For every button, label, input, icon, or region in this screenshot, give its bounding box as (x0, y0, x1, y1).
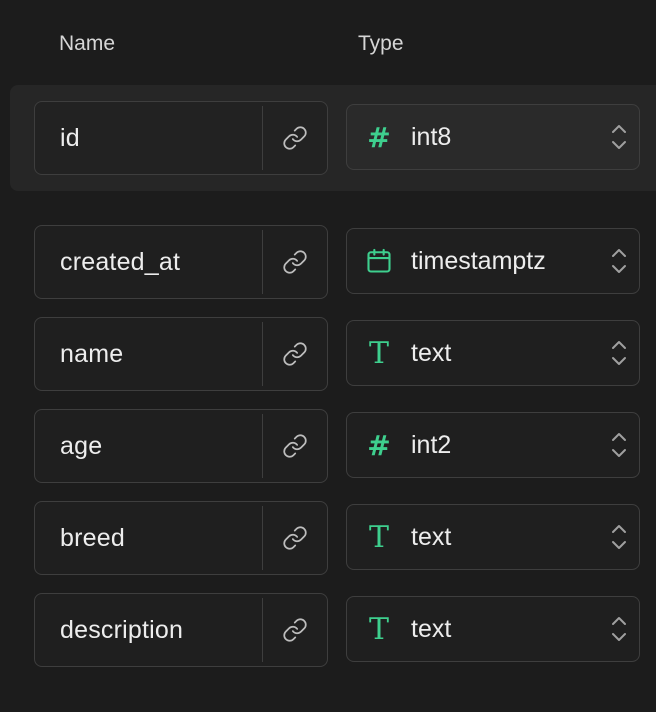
chevron-up-down-icon (612, 125, 626, 149)
column-type-value: text (411, 614, 452, 643)
column-name-field[interactable]: created_at (34, 225, 328, 299)
column-type-value: text (411, 522, 452, 551)
column-name-value[interactable]: id (35, 124, 262, 153)
column-row-description: description T text (0, 593, 656, 669)
table-columns-editor: Name Type id # int8 created_at timestamp… (0, 0, 656, 712)
foreign-key-link-button[interactable] (263, 101, 327, 175)
column-header-type: Type (358, 32, 404, 55)
hash-icon: # (367, 428, 391, 462)
column-type-value: text (411, 338, 452, 367)
column-name-value[interactable]: description (35, 616, 262, 645)
column-type-select[interactable]: T text (346, 504, 640, 570)
column-row-created-at: created_at timestamptz (0, 225, 656, 301)
text-type-icon: T (368, 519, 389, 555)
column-name-value[interactable]: breed (35, 524, 262, 553)
chevron-up-down-icon (612, 341, 626, 365)
column-type-select[interactable]: # int2 (346, 412, 640, 478)
link-icon (283, 618, 307, 642)
chevron-up-down-icon (612, 249, 626, 273)
column-row-name: name T text (0, 317, 656, 393)
column-type-select[interactable]: T text (346, 320, 640, 386)
column-type-select[interactable]: timestamptz (346, 228, 640, 294)
chevron-up-down-icon (612, 433, 626, 457)
foreign-key-link-button[interactable] (263, 593, 327, 667)
link-icon (283, 434, 307, 458)
link-icon (283, 126, 307, 150)
column-type-select[interactable]: # int8 (346, 104, 640, 170)
column-name-field[interactable]: id (34, 101, 328, 175)
column-name-field[interactable]: description (34, 593, 328, 667)
link-icon (283, 526, 307, 550)
column-name-field[interactable]: name (34, 317, 328, 391)
column-type-value: timestamptz (411, 246, 546, 275)
column-name-value[interactable]: name (35, 340, 262, 369)
foreign-key-link-button[interactable] (263, 225, 327, 299)
link-icon (283, 342, 307, 366)
foreign-key-link-button[interactable] (263, 317, 327, 391)
calendar-icon (367, 248, 391, 273)
hash-icon: # (367, 120, 391, 154)
column-name-field[interactable]: breed (34, 501, 328, 575)
column-name-value[interactable]: created_at (35, 248, 262, 277)
column-type-select[interactable]: T text (346, 596, 640, 662)
column-name-field[interactable]: age (34, 409, 328, 483)
column-name-value[interactable]: age (35, 432, 262, 461)
chevron-up-down-icon (612, 525, 626, 549)
chevron-up-down-icon (612, 617, 626, 641)
column-type-value: int2 (411, 430, 452, 459)
link-icon (283, 250, 307, 274)
foreign-key-link-button[interactable] (263, 409, 327, 483)
column-row-age: age # int2 (0, 409, 656, 485)
text-type-icon: T (368, 611, 389, 647)
column-row-id: id # int8 (0, 101, 656, 177)
column-type-value: int8 (411, 122, 452, 151)
text-type-icon: T (368, 335, 389, 371)
foreign-key-link-button[interactable] (263, 501, 327, 575)
column-row-breed: breed T text (0, 501, 656, 577)
column-header-name: Name (59, 32, 116, 55)
